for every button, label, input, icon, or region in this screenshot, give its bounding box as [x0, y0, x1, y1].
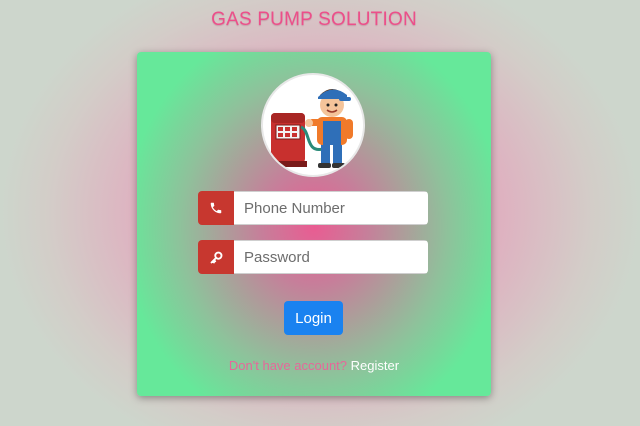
- key-icon: [210, 251, 222, 263]
- password-addon: [198, 240, 234, 274]
- phone-icon: [210, 202, 222, 214]
- phone-number-input[interactable]: [234, 191, 428, 225]
- signup-line: Don't have account? Register: [137, 358, 491, 373]
- register-link[interactable]: Register: [351, 358, 399, 373]
- password-field-group: [198, 240, 428, 274]
- password-input[interactable]: [234, 240, 428, 274]
- avatar: [261, 73, 365, 177]
- signup-prompt: Don't have account?: [228, 358, 348, 373]
- gas-station-attendant-illustration: [269, 89, 353, 168]
- phone-field-group: [198, 191, 428, 225]
- login-button[interactable]: Login: [284, 301, 343, 335]
- page-title: GAS PUMP SOLUTION: [211, 9, 417, 30]
- phone-addon: [198, 191, 234, 225]
- login-card: Login Don't have account? Register: [137, 52, 491, 396]
